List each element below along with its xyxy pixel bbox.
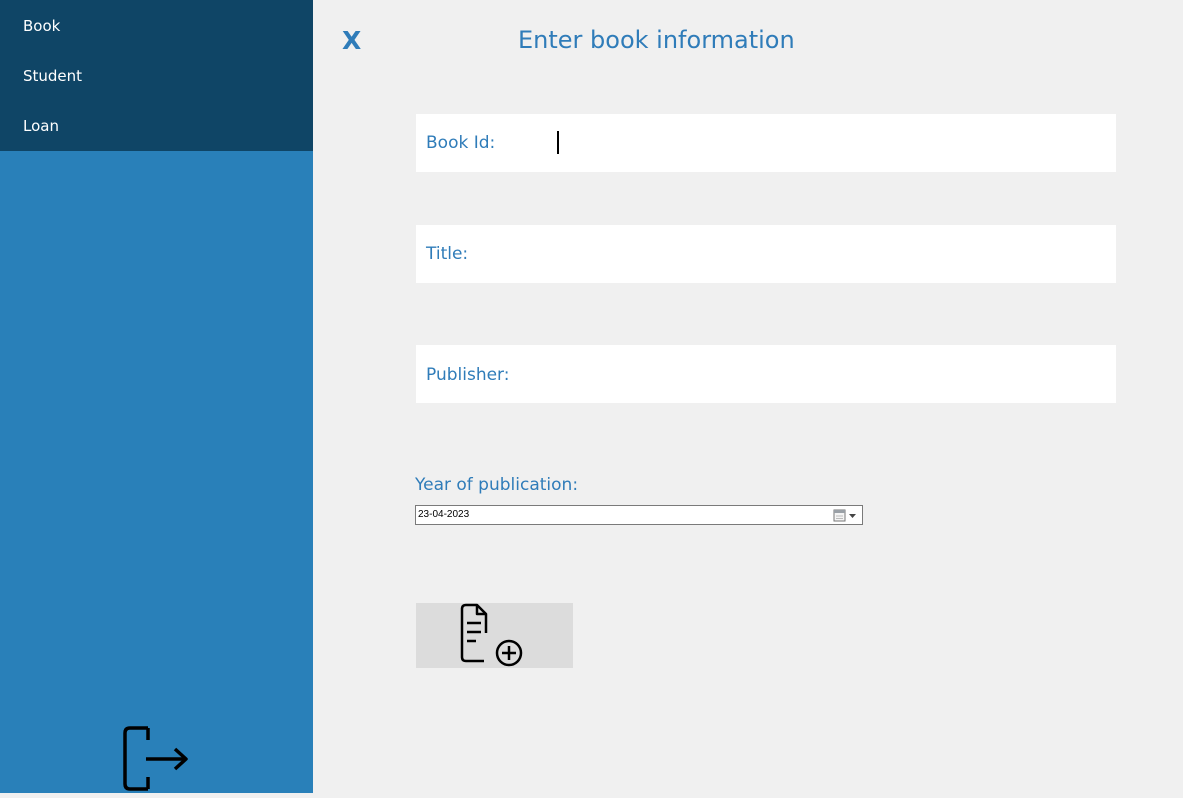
sidebar-item-book[interactable]: Book (23, 17, 60, 35)
logout-icon (123, 726, 188, 791)
year-datepicker[interactable]: 23-04-2023 (415, 505, 863, 525)
sidebar-item-loan[interactable]: Loan (23, 117, 59, 135)
text-cursor (557, 131, 559, 154)
add-book-button[interactable] (416, 603, 573, 668)
book-id-field[interactable]: Book Id: (416, 114, 1116, 172)
add-document-icon (460, 603, 523, 667)
publisher-field[interactable]: Publisher: (416, 345, 1116, 403)
calendar-dropdown-button[interactable] (832, 508, 860, 522)
date-value: 23-04-2023 (418, 509, 470, 520)
close-button[interactable]: X (342, 26, 361, 55)
publisher-label: Publisher: (426, 365, 510, 385)
sidebar-nav: Book Student Loan (0, 0, 313, 151)
year-label: Year of publication: (415, 475, 579, 495)
sidebar-item-student[interactable]: Student (23, 67, 82, 85)
sidebar: Book Student Loan (0, 0, 313, 793)
title-field[interactable]: Title: (416, 225, 1116, 283)
book-id-label: Book Id: (426, 133, 496, 153)
page-title: Enter book information (518, 26, 795, 54)
title-label: Title: (426, 244, 469, 264)
main-panel: X Enter book information Book Id: Title:… (313, 0, 1183, 793)
calendar-icon (833, 509, 856, 522)
logout-button[interactable] (120, 724, 192, 794)
